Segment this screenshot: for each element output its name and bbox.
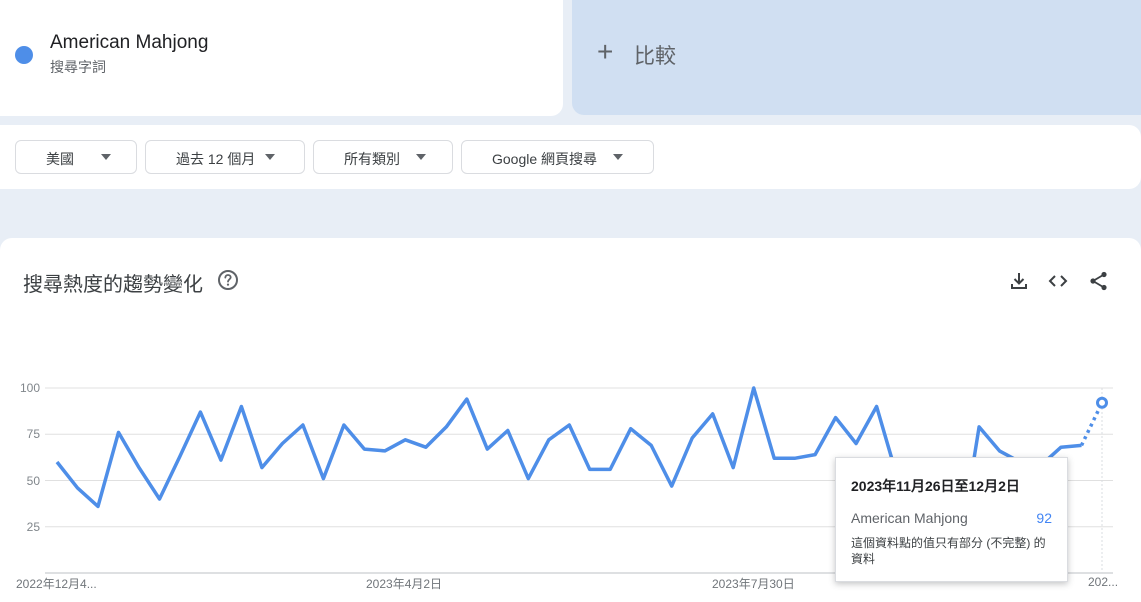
x-tick-label: 2023年4月2日: [366, 577, 443, 591]
tooltip-value: 92: [1036, 510, 1052, 526]
y-tick-label: 100: [19, 381, 40, 395]
x-tick-label: 2022年12月4...: [16, 577, 97, 591]
y-tick-label: 75: [26, 427, 40, 441]
y-tick-label: 50: [26, 474, 40, 488]
tooltip-term: American Mahjong: [851, 510, 968, 526]
data-point-tooltip: 2023年11月26日至12月2日 American Mahjong 92 這個…: [835, 457, 1068, 582]
tooltip-partial-note: 這個資料點的值只有部分 (不完整) 的資料: [851, 536, 1046, 566]
x-tick-label: 2023年7月30日: [712, 577, 795, 591]
hovered-data-point: [1096, 396, 1108, 409]
partial-data-segment: [1079, 402, 1104, 447]
x-tick-label: 202...: [1088, 575, 1119, 589]
y-tick-label: 25: [26, 520, 40, 534]
tooltip-date: 2023年11月26日至12月2日: [851, 478, 1020, 494]
